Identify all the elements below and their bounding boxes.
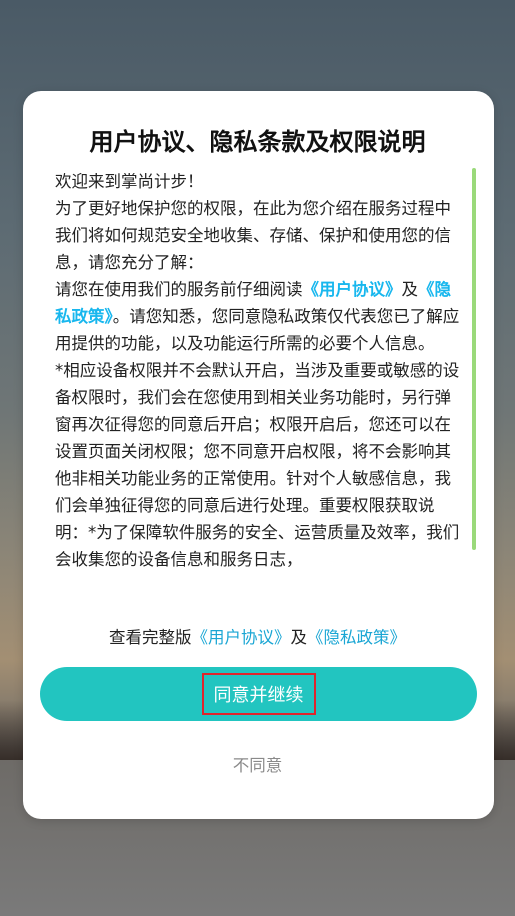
view-full-line: 查看完整版《用户协议》及《隐私政策》 [0,624,515,648]
view-full-and: 及 [290,628,308,647]
permissions-paragraph: *相应设备权限并不会默认开启，当涉及重要或敏感的设备权限时，我们会在您使用到相关… [55,361,460,569]
disagree-button[interactable]: 不同意 [0,752,515,776]
welcome-text: 欢迎来到掌尚计步！ [55,172,204,191]
dialog-title: 用户协议、隐私条款及权限说明 [89,128,426,156]
read-agreements-paragraph: 请您在使用我们的服务前仔细阅读《用户协议》及《隐私政策》。请您知悉，您同意隐私政… [55,276,465,357]
view-full-prefix: 查看完整版 [109,628,192,647]
read-agreements-prefix: 请您在使用我们的服务前仔细阅读 [55,280,303,299]
full-user-agreement-link[interactable]: 《用户协议》 [192,628,291,647]
user-agreement-link[interactable]: 《用户协议》 [303,280,402,299]
and-text: 及 [401,280,419,299]
intro-paragraph: 为了更好地保护您的权限，在此为您介绍在服务过程中我们将如何规范安全地收集、存储、… [55,199,451,272]
content-fade [50,590,470,614]
read-agreements-suffix: 。请您知悉，您同意隐私政策仅代表您已了解应用提供的功能，以及功能运行所需的必要个… [55,307,460,353]
full-privacy-policy-link[interactable]: 《隐私政策》 [307,628,406,647]
content-scrollbar[interactable] [472,168,476,550]
agree-continue-label: 同意并继续 [201,673,316,715]
agreement-content[interactable]: 欢迎来到掌尚计步！ 为了更好地保护您的权限，在此为您介绍在服务过程中我们将如何规… [55,168,465,613]
agree-continue-button[interactable]: 同意并继续 [40,667,477,721]
